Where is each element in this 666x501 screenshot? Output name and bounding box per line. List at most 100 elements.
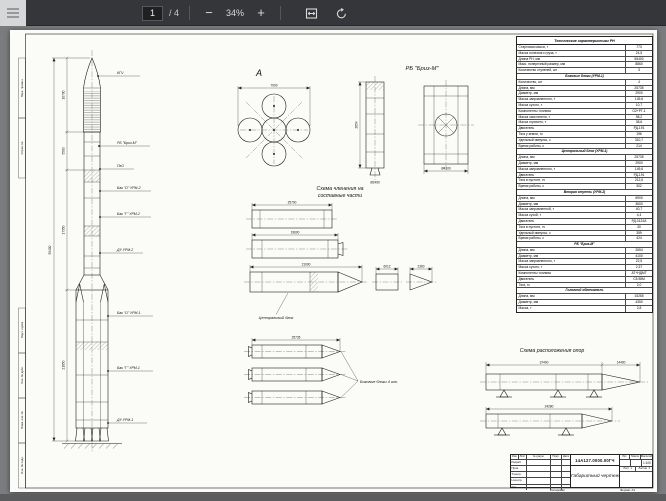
edge-stamp-label: Инв. № дубл. <box>20 366 24 384</box>
spec-label: РБ "Бриз-М" <box>517 242 652 247</box>
role-label: Пров. <box>511 466 527 471</box>
zoom-out-button[interactable]: − <box>200 3 218 23</box>
dim-label: 6012 <box>383 265 390 269</box>
callout-label: Бак "О" УРМ-1 <box>117 311 141 315</box>
title-block-header-cell: Изм. <box>511 455 519 459</box>
section-a-view: А 7000 <box>238 68 310 166</box>
empty-cell <box>562 485 570 490</box>
spec-label: Масса заправленной, т <box>517 207 626 212</box>
lit-label: Лит. <box>620 455 631 459</box>
sheets-number: 4 <box>648 467 649 471</box>
spec-label: Масса сухого, т <box>517 103 626 108</box>
spec-label: Двигатель <box>517 277 626 282</box>
spec-value: 149,6 <box>626 97 652 102</box>
drawing-name: Габаритный чертеж <box>571 466 619 487</box>
mass-cell <box>631 460 642 466</box>
zoom-in-button[interactable]: + <box>252 3 270 23</box>
spec-label: Длина, мм <box>517 86 626 91</box>
spec-label: Центральный блок (УРМ-1) <box>517 149 652 154</box>
spec-label: Компоненты топлива <box>517 109 626 114</box>
title-block-header-cell: Подп. <box>551 455 562 459</box>
spec-label: Диаметр, мм <box>517 300 626 305</box>
spec-value: 196 <box>626 132 652 137</box>
spec-value: АТ+НДМГ <box>626 271 652 276</box>
spec-value: РД-191 <box>626 126 652 131</box>
pdf-viewer-window: 1 / 4 − 34% + <box>0 0 666 501</box>
role-label: Н.контр. <box>511 478 527 483</box>
sheet-number: 1 <box>630 467 631 471</box>
spec-value: 310,7 <box>626 138 652 143</box>
spec-value: 30 <box>626 225 652 230</box>
spec-value: С5.98М <box>626 277 652 282</box>
empty-cell <box>527 460 551 465</box>
title-block-right-values: 1:100 <box>620 460 652 467</box>
spec-label: Масса сухой, т <box>517 213 626 218</box>
dim-label: 7000 <box>270 84 277 88</box>
spec-label: Удельный импульс, с <box>517 138 626 143</box>
callout-label: Бак "О" УРМ-2 <box>117 186 141 190</box>
spec-value: 2654 <box>626 248 652 253</box>
spec-label: Удельный импульс, с <box>517 231 626 236</box>
sheets-cell: Листов 4 <box>636 467 652 471</box>
spec-label: Диаметр, мм <box>517 91 626 96</box>
supports-title: Схема расположения опор <box>520 348 585 354</box>
spec-label: Масса полезного груза, т <box>517 51 626 56</box>
page-number-input[interactable]: 1 <box>142 6 163 21</box>
dim-label: 24280 <box>545 405 554 409</box>
spec-label: Тяга в пустоте, тс <box>517 225 626 230</box>
spec-label: Количество ступеней, шт <box>517 68 626 73</box>
division-title: Схема членения на <box>317 186 364 192</box>
spec-label: Тяга у земли, тс <box>517 132 626 137</box>
empty-cell <box>551 472 562 477</box>
spec-label: Макс. поперечный размер, мм <box>517 62 626 67</box>
scale-value: 1:100 <box>642 460 652 466</box>
spec-value: 10,7 <box>626 103 652 108</box>
spec-table: Технические характеристики РН Стартовая … <box>516 36 653 313</box>
fit-page-button[interactable] <box>301 3 321 23</box>
spec-value: 25735 <box>626 155 652 160</box>
spec-label: Длина, мм <box>517 196 626 201</box>
empty-cell <box>527 472 551 477</box>
dim-label: 17350 <box>62 225 66 234</box>
spec-label: Количество, шт <box>517 80 626 85</box>
spec-value: РД-191 <box>626 173 652 178</box>
dim-label: 55400 <box>48 245 52 254</box>
edge-stamp-label: Подп. и дата <box>20 321 24 338</box>
dim-label: 37400 <box>540 361 549 365</box>
callout-label: ДУ УРМ-2 <box>117 248 133 252</box>
spec-value: О2+РГ-1 <box>626 109 652 114</box>
spec-value: 773 <box>626 45 652 50</box>
spec-value: 4350 <box>626 300 652 305</box>
empty-cell <box>551 460 562 465</box>
spec-value: 2,0 <box>626 283 652 288</box>
spec-table-title: Технические характеристики РН <box>517 37 652 45</box>
sheet-cell: Лист 1 <box>620 467 637 471</box>
spec-label: Длина, мм <box>517 248 626 253</box>
edge-stamp-label: Справ. № <box>20 142 24 155</box>
dim-label: 2360 <box>417 265 424 269</box>
spec-value: РД-0124А <box>626 219 652 224</box>
callout-label: КГЧ <box>117 71 123 75</box>
spec-label: Боковые блоки (УРМ-1) <box>517 74 652 79</box>
menu-icon <box>7 12 19 14</box>
thumbnail-panel-toggle[interactable] <box>0 0 26 26</box>
lit-cell <box>620 460 631 466</box>
empty-cell <box>562 478 570 483</box>
spec-label: Масса заправленного, т <box>517 259 626 264</box>
spec-value: 4 <box>626 80 652 85</box>
format-label: Формат А1 <box>620 488 635 492</box>
empty-cell <box>562 472 570 477</box>
spec-label: Время работы, с <box>517 236 626 241</box>
division-scheme: Схема членения на составные части 25700 <box>244 186 436 404</box>
role-label: Т.контр. <box>511 472 527 477</box>
spec-label: Двигатель <box>517 173 626 178</box>
rotate-button[interactable] <box>331 3 351 23</box>
spec-label: Масса сухого, т <box>517 265 626 270</box>
viewer-canvas[interactable]: Перв. примен. Справ. № Подп. и дата Инв.… <box>0 26 666 501</box>
edge-stamp-label: Перв. примен. <box>20 78 24 97</box>
spec-value: 98,2 <box>626 115 652 120</box>
empty-cell <box>562 466 570 471</box>
division-title: составные части <box>318 193 362 199</box>
spec-value: 4100 <box>626 254 652 259</box>
rotate-icon <box>335 7 348 20</box>
